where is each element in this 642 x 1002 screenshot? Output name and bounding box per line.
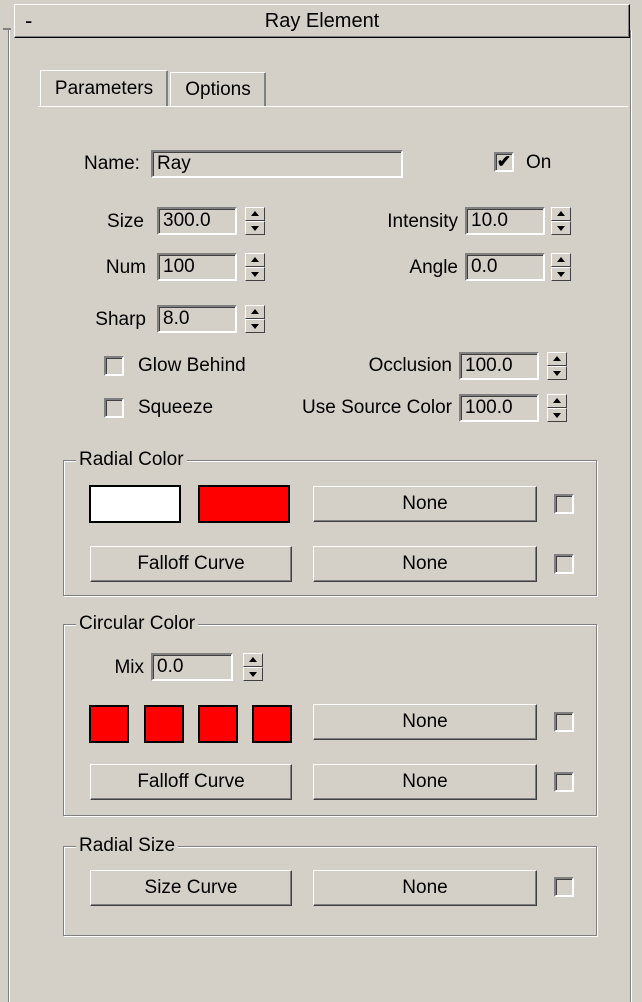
circular-color-title: Circular Color bbox=[76, 612, 199, 636]
num-spinner[interactable] bbox=[245, 253, 265, 281]
intensity-label: Intensity bbox=[387, 211, 458, 232]
size-curve-button[interactable]: Size Curve bbox=[90, 870, 292, 906]
spinner-up-icon[interactable] bbox=[551, 207, 571, 221]
radial-size-map-checkbox[interactable] bbox=[554, 877, 574, 897]
occlusion-spinner[interactable] bbox=[547, 352, 567, 380]
spinner-down-icon[interactable] bbox=[551, 221, 571, 235]
circular-falloff-curve-button[interactable]: Falloff Curve bbox=[90, 764, 292, 800]
sharp-field[interactable]: 8.0 bbox=[157, 305, 237, 333]
tab-options-label: Options bbox=[185, 78, 251, 100]
spinner-up-icon[interactable] bbox=[547, 352, 567, 366]
spinner-up-icon[interactable] bbox=[547, 394, 567, 408]
num-field[interactable]: 100 bbox=[157, 253, 237, 281]
mix-spinner[interactable] bbox=[243, 653, 263, 681]
tab-parameters[interactable]: Parameters bbox=[40, 70, 168, 106]
rollout-frame-right bbox=[630, 30, 632, 1002]
spinner-down-icon[interactable] bbox=[547, 366, 567, 380]
circular-color-swatch-3[interactable] bbox=[198, 705, 238, 743]
circular-color-swatch-4[interactable] bbox=[252, 705, 292, 743]
spinner-up-icon[interactable] bbox=[245, 305, 265, 319]
tab-parameters-label: Parameters bbox=[54, 77, 154, 99]
size-spinner[interactable] bbox=[245, 207, 265, 235]
spinner-down-icon[interactable] bbox=[245, 319, 265, 333]
sharp-label: Sharp bbox=[95, 309, 146, 330]
on-label: On bbox=[526, 152, 552, 173]
circular-falloff-map-button[interactable]: None bbox=[313, 764, 537, 800]
spinner-up-icon[interactable] bbox=[245, 253, 265, 267]
radial-color-map-checkbox[interactable] bbox=[554, 494, 574, 514]
on-checkbox[interactable]: ✔ bbox=[494, 152, 514, 172]
mix-field[interactable]: 0.0 bbox=[151, 653, 233, 681]
glow-behind-checkbox[interactable] bbox=[104, 356, 124, 376]
angle-field[interactable]: 0.0 bbox=[465, 253, 545, 281]
tab-options[interactable]: Options bbox=[170, 72, 266, 106]
intensity-field[interactable]: 10.0 bbox=[465, 207, 545, 235]
checkmark-icon: ✔ bbox=[496, 152, 512, 171]
use-source-color-spinner[interactable] bbox=[547, 394, 567, 422]
name-label: Name: bbox=[84, 153, 140, 174]
spinner-down-icon[interactable] bbox=[551, 267, 571, 281]
occlusion-field[interactable]: 100.0 bbox=[459, 352, 539, 380]
mix-label: Mix bbox=[114, 657, 144, 678]
tab-divider bbox=[38, 106, 628, 107]
rollout-title-bar[interactable]: - Ray Element bbox=[14, 4, 630, 38]
radial-size-title: Radial Size bbox=[76, 834, 179, 858]
radial-falloff-map-checkbox[interactable] bbox=[554, 554, 574, 574]
size-label: Size bbox=[107, 211, 144, 232]
circular-falloff-map-checkbox[interactable] bbox=[554, 772, 574, 792]
radial-size-map-button[interactable]: None bbox=[313, 870, 537, 906]
glow-behind-label: Glow Behind bbox=[138, 355, 246, 376]
rollout-title: Ray Element bbox=[264, 9, 380, 32]
radial-falloff-curve-button[interactable]: Falloff Curve bbox=[90, 546, 292, 582]
squeeze-checkbox[interactable] bbox=[104, 398, 124, 418]
spinner-up-icon[interactable] bbox=[551, 253, 571, 267]
spinner-down-icon[interactable] bbox=[245, 221, 265, 235]
name-field[interactable]: Ray bbox=[151, 150, 403, 178]
use-source-color-field[interactable]: 100.0 bbox=[459, 394, 539, 422]
spinner-up-icon[interactable] bbox=[245, 207, 265, 221]
circular-color-swatch-2[interactable] bbox=[144, 705, 184, 743]
intensity-spinner[interactable] bbox=[551, 207, 571, 235]
circular-color-map-button[interactable]: None bbox=[313, 704, 537, 740]
collapse-icon[interactable]: - bbox=[25, 8, 32, 34]
angle-label: Angle bbox=[409, 257, 458, 278]
size-field[interactable]: 300.0 bbox=[157, 207, 237, 235]
rollout-frame-left bbox=[8, 30, 10, 1002]
radial-color-swatch-2[interactable] bbox=[198, 485, 290, 523]
radial-color-title: Radial Color bbox=[76, 448, 187, 472]
radial-color-map-button[interactable]: None bbox=[313, 486, 537, 522]
radial-falloff-map-button[interactable]: None bbox=[313, 546, 537, 582]
circular-color-map-checkbox[interactable] bbox=[554, 712, 574, 732]
use-source-color-label: Use Source Color bbox=[302, 397, 452, 418]
spinner-down-icon[interactable] bbox=[547, 408, 567, 422]
circular-color-swatch-1[interactable] bbox=[89, 705, 129, 743]
sharp-spinner[interactable] bbox=[245, 305, 265, 333]
occlusion-label: Occlusion bbox=[368, 355, 452, 376]
num-label: Num bbox=[105, 257, 146, 278]
spinner-down-icon[interactable] bbox=[245, 267, 265, 281]
angle-spinner[interactable] bbox=[551, 253, 571, 281]
spinner-up-icon[interactable] bbox=[243, 653, 263, 667]
squeeze-label: Squeeze bbox=[138, 397, 214, 418]
radial-color-swatch-1[interactable] bbox=[89, 485, 181, 523]
spinner-down-icon[interactable] bbox=[243, 667, 263, 681]
